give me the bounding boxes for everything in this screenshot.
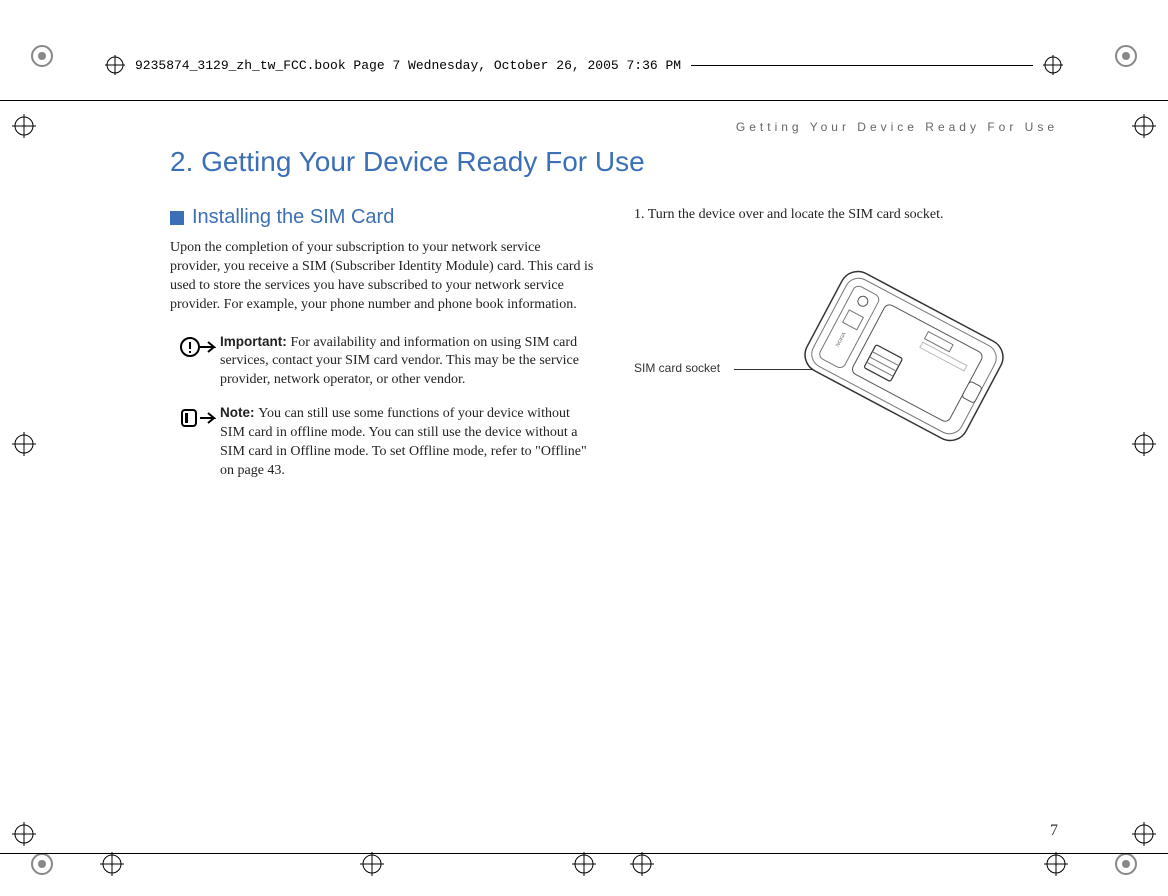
register-icon — [12, 114, 36, 138]
register-icon — [100, 852, 124, 876]
section-title: Installing the SIM Card — [192, 206, 394, 229]
note-body: You can still use some functions of your… — [220, 406, 587, 478]
page-content: Getting Your Device Ready For Use 2. Get… — [170, 120, 1058, 840]
register-icon — [630, 852, 654, 876]
register-icon — [360, 852, 384, 876]
note-label: Note: — [220, 405, 258, 420]
register-icon — [1132, 114, 1156, 138]
register-icon — [12, 432, 36, 456]
important-text: Important: For availability and informat… — [220, 333, 594, 391]
book-header: 9235874_3129_zh_tw_FCC.book Page 7 Wedne… — [105, 50, 1063, 80]
register-icon — [572, 852, 596, 876]
intro-paragraph: Upon the completion of your subscription… — [170, 239, 594, 315]
crop-mark-tr — [1114, 44, 1138, 68]
note-icon — [180, 406, 220, 481]
figure-label: SIM card socket — [634, 361, 720, 375]
header-rule — [691, 65, 1033, 66]
step-1-text: 1. Turn the device over and locate the S… — [634, 206, 1058, 225]
right-column: 1. Turn the device over and locate the S… — [634, 206, 1058, 495]
top-trim-rule — [0, 100, 1168, 101]
important-label: Important: — [220, 334, 291, 349]
important-block: Important: For availability and informat… — [170, 333, 594, 391]
page-number: 7 — [1050, 822, 1058, 840]
phone-back-illustration: NOKIA — [764, 241, 1044, 471]
crop-mark-bl — [30, 852, 54, 876]
register-icon — [1043, 55, 1063, 75]
left-column: Installing the SIM Card Upon the complet… — [170, 206, 594, 495]
crop-mark-br — [1114, 852, 1138, 876]
square-bullet-icon — [170, 211, 184, 225]
sim-socket-figure: SIM card socket — [634, 241, 1058, 481]
register-icon — [1132, 822, 1156, 846]
note-block: Note: You can still use some functions o… — [170, 404, 594, 481]
section-heading: Installing the SIM Card — [170, 206, 594, 229]
register-icon — [1044, 852, 1068, 876]
note-text: Note: You can still use some functions o… — [220, 404, 594, 481]
important-icon — [180, 335, 220, 391]
crop-mark-tl — [30, 44, 54, 68]
book-header-text: 9235874_3129_zh_tw_FCC.book Page 7 Wedne… — [135, 58, 681, 73]
register-icon — [12, 822, 36, 846]
chapter-title: 2. Getting Your Device Ready For Use — [170, 146, 1058, 178]
register-icon — [105, 55, 125, 75]
register-icon — [1132, 432, 1156, 456]
running-head: Getting Your Device Ready For Use — [170, 120, 1058, 134]
